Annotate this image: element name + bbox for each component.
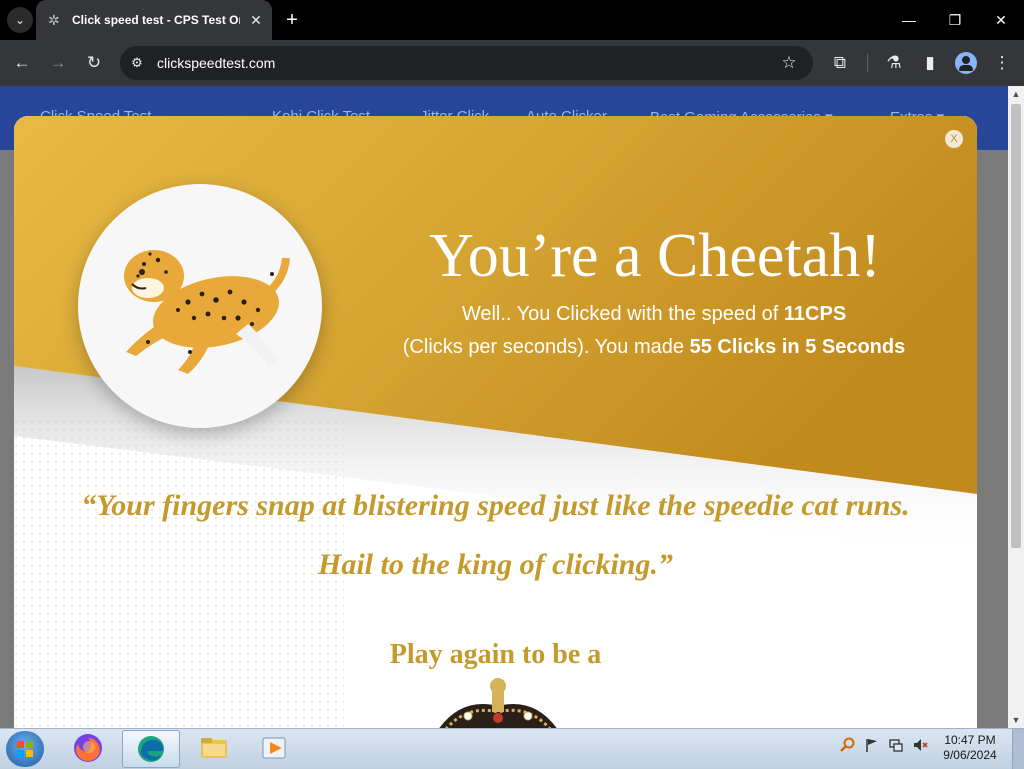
show-desktop-button[interactable] [1012,729,1024,769]
address-bar[interactable]: ⚙ clickspeedtest.com ☆ [120,46,813,80]
clicks-result-prefix: (Clicks per seconds). You made [402,336,690,358]
system-clock[interactable]: 10:47 PM 9/06/2024 [932,733,1008,763]
clicks-total-value: 55 Clicks in 5 Seconds [689,336,906,358]
file-explorer-icon [201,738,227,758]
network-icon[interactable] [888,737,904,753]
taskbar-firefox[interactable] [60,730,116,766]
result-modal: X You’re a Cheetah! Well.. You Clicked w… [14,116,977,728]
crown-icon [439,678,557,728]
taskbar-edge[interactable] [122,730,180,768]
cheetah-illustration-icon [124,250,290,374]
tab-close-button[interactable]: ✕ [246,10,266,30]
browser-menu-icon[interactable]: ⋮ [991,52,1013,74]
labs-flask-icon[interactable]: ⚗ [883,52,905,74]
action-center-flag-icon[interactable] [864,737,880,753]
extensions-icon[interactable]: ⧉ [829,52,851,74]
window-close-button[interactable]: ✕ [991,10,1011,30]
forward-button[interactable]: → [47,52,69,74]
play-again-text: Play again to be a [389,639,602,670]
quote-line-1: “Your fingers snap at blistering speed j… [81,489,910,522]
plus-icon: + [286,9,298,31]
media-player-icon [262,737,286,759]
cursor-favicon-icon: ✲ [48,12,60,28]
browser-toolbar: ← → ↻ ⚙ clickspeedtest.com ☆ ⧉ ⚗ ▮ ⋮ [0,40,1024,86]
windows-logo-icon [17,741,33,757]
back-button[interactable]: ← [11,52,33,74]
firefox-icon [74,734,102,762]
speed-result-prefix: Well.. You Clicked with the speed of [461,303,784,325]
clock-time: 10:47 PM [944,733,996,747]
scrollbar-thumb[interactable] [1011,104,1021,548]
edge-icon [138,736,164,762]
tab-search-button[interactable]: ⌄ [7,7,33,33]
tab-title: Click speed test - CPS Test Onli [72,13,240,27]
new-tab-button[interactable]: + [281,9,303,31]
volume-muted-icon[interactable] [912,737,928,753]
modal-close-button[interactable]: X [945,130,963,148]
browser-tab-strip: ⌄ ✲ Click speed test - CPS Test Onli ✕ +… [0,0,1024,40]
minimize-button[interactable]: — [899,10,919,30]
windows-taskbar: 10:47 PM 9/06/2024 [0,728,1024,769]
speed-result-line: Well.. You Clicked with the speed of 11C… [354,300,954,328]
site-info-icon[interactable]: ⚙ [128,54,146,72]
result-title: You’re a Cheetah! [429,222,881,290]
profile-avatar-icon[interactable] [955,52,977,74]
scroll-up-arrow-icon[interactable]: ▲ [1008,86,1024,102]
taskbar-file-explorer[interactable] [186,730,242,766]
start-button[interactable] [6,731,44,767]
browser-tab[interactable]: ✲ Click speed test - CPS Test Onli ✕ [36,0,272,40]
reload-button[interactable]: ↻ [83,52,105,74]
scroll-down-arrow-icon[interactable]: ▼ [1008,712,1024,728]
toolbar-divider [867,54,868,72]
cheetah-badge [78,184,322,428]
chevron-down-icon: ⌄ [14,13,26,27]
side-panel-icon[interactable]: ▮ [919,52,941,74]
restore-button[interactable]: ❐ [945,10,965,30]
quote-line-2: Hail to the king of clicking.” [317,548,673,581]
cps-value: 11CPS [783,303,847,325]
clicks-result-line: (Clicks per seconds). You made 55 Clicks… [354,333,954,361]
page-scrollbar[interactable]: ▲ ▼ [1008,86,1024,728]
bookmark-star-icon[interactable]: ☆ [778,52,800,74]
clock-date: 9/06/2024 [943,748,997,762]
web-page: Click Speed Test Kohi Click Test Jitter … [0,86,1008,728]
search-magnifier-icon[interactable] [840,737,856,753]
url-text: clickspeedtest.com [157,55,276,71]
taskbar-media-player[interactable] [246,730,302,766]
